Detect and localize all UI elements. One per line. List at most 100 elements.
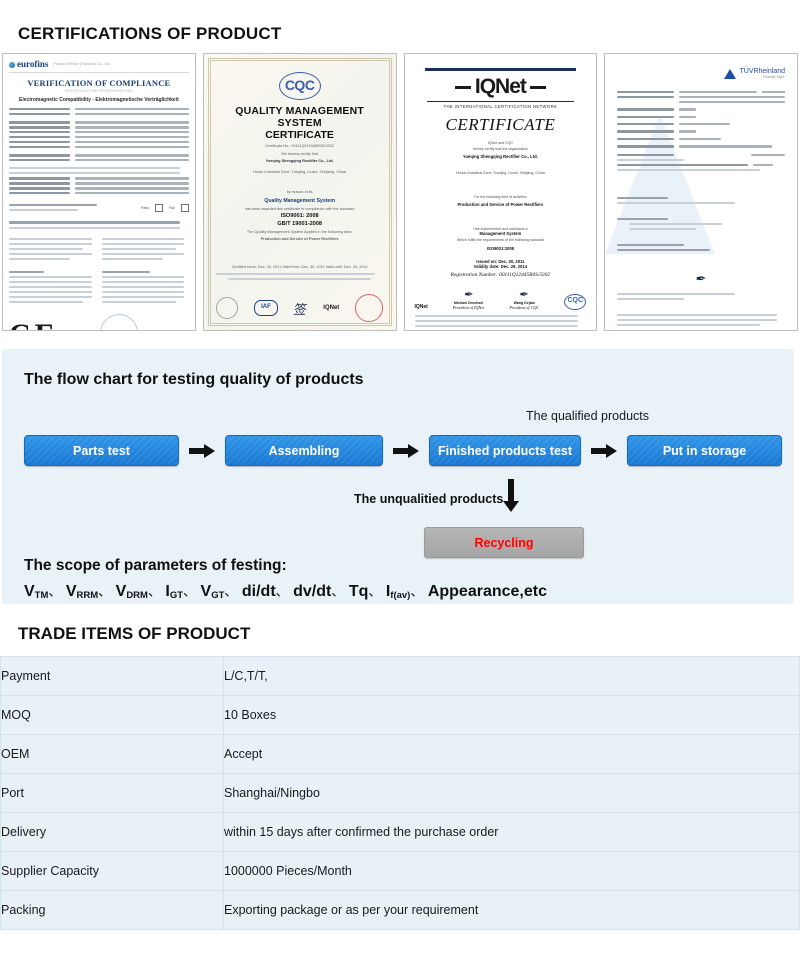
eurofins-pass-checkbox[interactable] [154,203,163,212]
cqc-standard-2: GB/T 19001-2008 [277,221,323,227]
trade-items-section: TRADE ITEMS OF PRODUCT Payment L/C,T/T, … [0,624,800,930]
certifications-heading: CERTIFICATIONS OF PRODUCT [18,24,282,43]
param-igt-sub: GT [169,590,184,601]
iqnet-small-mark-icon: IQNet [323,305,340,311]
param-sep: 、 [147,584,161,599]
product-detail-page: CERTIFICATIONS OF PRODUCT eurofins Produ… [0,0,800,968]
certificate-iqnet[interactable]: IQNet THE INTERNATIONAL CERTIFICATION NE… [403,53,598,331]
trade-key: OEM [0,734,224,774]
iqnet-fulfils: Which fulfils the requirements of the fo… [456,237,544,242]
eurofins-brand-sub: Product Service (Thailand) Co., Ltd. [53,62,111,66]
table-row: Port Shanghai/Ningbo [0,773,800,813]
cqc-certificate-no: Certificate No.: 00111Q213445R0S/3302 [265,144,334,148]
iqnet-sign-right-name: Wang Kejian [513,300,535,305]
cqc-certify-line: We hereby certify that [281,152,319,156]
ce-mark-icon: CE [9,318,59,330]
certificate-eurofins-ce[interactable]: eurofins Product Service (Thailand) Co.,… [2,53,196,331]
param-sep: 、 [98,584,112,599]
flow-step-finished-products-test[interactable]: Finished products test [429,435,581,466]
trade-value: 1000000 Pieces/Month [223,851,800,891]
param-ifav: If(av) [385,583,411,601]
param-tq: Tq [348,583,369,600]
iqnet-field-label: For the following field of activities [474,194,527,199]
cqc-standard-1: ISO9001: 2008 [280,213,319,219]
param-vgt-sub: GT [211,590,225,601]
iqnet-field: Production and Service of Power Rectifie… [457,201,544,207]
flow-step-recycling[interactable]: Recycling [424,527,584,558]
cqc-system: Quality Management System [264,198,335,204]
cqc-by-reason: by reason of its [286,190,313,194]
cqc-heading-line2: CERTIFICATE [265,129,334,141]
trade-value: Accept [223,734,800,774]
param-vrrm-sub: RRM [76,590,99,601]
trade-value: Exporting package or as per your require… [223,890,800,930]
flow-steps-row: Parts test Assembling Finished products … [24,435,782,466]
eurofins-heading: VERIFICATION OF COMPLIANCE [27,78,171,88]
eurofins-disclaimer-columns [9,235,189,263]
cqc-mark-icon: CQC [564,293,587,310]
eurofins-fail-checkbox[interactable] [180,203,189,212]
cqc-scope-note: The Quality Management System Applies in… [246,230,353,234]
eurofins-round-stamp [100,314,139,330]
arrow-right-icon-3 [581,443,627,459]
iqnet-sign-left-title: President of IQNet [452,304,485,310]
trade-key: Port [0,773,224,813]
param-vtm-sub: TM [34,590,49,601]
iqnet-registration-number: Registration Number: 00111Q12445R0S/3302 [450,271,551,278]
iqnet-heading: CERTIFICATE [445,114,556,134]
tuv-brand2: Rheinland [753,68,785,75]
cqc-awarded: has been awarded this certificate in com… [244,207,355,211]
cqc-logo-icon: CQC [278,72,321,100]
iaf-mark-icon: IAF [253,300,278,316]
iqnet-address: Houdu Industrial Zone, Yueqing, Liushi, … [455,170,545,175]
param-sep: 、 [183,584,197,599]
trade-items-heading: TRADE ITEMS OF PRODUCT [18,624,251,643]
flow-chart-panel: The flow chart for testing quality of pr… [2,349,794,604]
param-appearance: Appearance,etc [427,583,547,600]
param-sep: 、 [368,584,382,599]
table-row: Packing Exporting package or as per your… [0,890,800,930]
param-vdrm: VDRM [115,583,148,601]
flow-step-put-in-storage[interactable]: Put in storage [627,435,782,466]
iqnet-issuers: IQNet and CQC [487,140,514,145]
trade-value: within 15 days after confirmed the purch… [223,812,800,852]
iqnet-validity-date: Validity date: Dec. 29, 2014 [473,263,528,269]
eurofins-test-summary: Pass Fail [9,201,189,214]
eurofins-fail-label: Fail [168,205,175,210]
table-row: MOQ 10 Boxes [0,695,800,735]
param-ifav-sub: f(av) [390,590,411,601]
flow-step-assembling[interactable]: Assembling [225,435,383,466]
eurofins-field-rows [9,108,189,195]
tuv-signature-block: ✒ [617,271,785,301]
param-sep: 、 [48,584,62,599]
arrow-down-icon [502,479,520,518]
iqnet-signature-left: ✒ [462,288,475,301]
eurofins-subject: Electromagnetic Compatibility - Elektrom… [18,97,179,103]
trade-value: 10 Boxes [223,695,800,735]
iqnet-sign-right-title: President of CQC [509,304,540,310]
cqc-dates: Certified since: Dec. 30, 2011 Valid fro… [231,265,368,269]
eurofins-heading-de: BESTÄTIGUNG VON PRÜFERGEBNISSEN [65,89,133,93]
cqc-red-seal-icon [355,294,384,322]
iqnet-network-line: THE INTERNATIONAL CERTIFICATION NETWORK [426,101,575,109]
eurofins-logo: eurofins Product Service (Thailand) Co.,… [9,59,189,73]
cqc-address: Houtu Industrial Zone, Yueqing, Liushi, … [253,170,347,174]
iqnet-logo-icon: IQNet [474,75,527,98]
trade-key: Supplier Capacity [0,851,224,891]
param-sep: 、 [275,584,289,599]
trade-key: Payment [0,656,224,696]
param-sep: 、 [224,584,238,599]
flow-step-parts-test[interactable]: Parts test [24,435,179,466]
cqc-scope: Production and Service of Power Rectifie… [260,237,339,241]
iqnet-standard: ISO9001:2008 [486,245,514,251]
table-row: OEM Accept [0,734,800,774]
cqc-accreditation-mark-icon [215,297,238,319]
eurofins-brand-label: eurofins [17,59,49,69]
param-vtm: VTM [24,583,49,601]
certificate-cqc-iso9001[interactable]: CQC QUALITY MANAGEMENT SYSTEM CERTIFICAT… [202,53,397,331]
iqnet-top-bar [424,68,577,71]
cqc-heading-line1: QUALITY MANAGEMENT SYSTEM [235,105,365,129]
param-sep: 、 [410,584,424,599]
certificate-tuv-rheinland[interactable]: TÜVRheinland Precisely Right. ✒ [604,53,798,331]
arrow-right-icon-2 [383,443,429,459]
